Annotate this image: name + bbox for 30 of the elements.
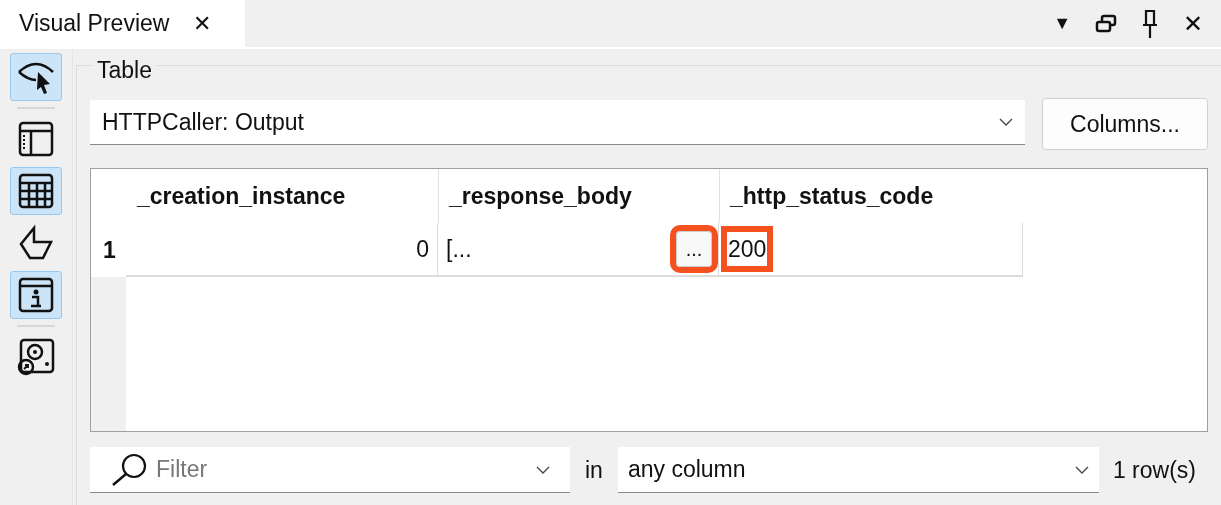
row-count: 1 row(s)	[1112, 455, 1196, 485]
info-icon	[18, 277, 54, 313]
chevron-down-icon	[999, 118, 1013, 126]
pin-icon[interactable]	[1141, 8, 1159, 39]
toolbar-button[interactable]	[10, 53, 62, 101]
row-header: 1	[102, 235, 117, 265]
chevron-down-icon	[1074, 465, 1089, 474]
column-scope-dropdown[interactable]: any column	[617, 447, 1099, 493]
toolbar-button[interactable]	[10, 167, 62, 215]
source-dropdown[interactable]: HTTPCaller: Output	[90, 100, 1025, 145]
table-cell-text: [...	[446, 234, 472, 264]
close-tab-button[interactable]: ✕	[193, 7, 212, 40]
column-header[interactable]: _http_status_code	[719, 169, 1023, 223]
search-icon	[110, 452, 148, 487]
panel-tab[interactable]: Visual Preview ✕	[0, 0, 245, 48]
restore-icon[interactable]	[1095, 13, 1117, 34]
tab-title: Visual Preview	[19, 9, 170, 39]
columns-button[interactable]: Columns...	[1042, 98, 1208, 150]
polygon-icon	[17, 224, 55, 262]
chevron-down-icon	[536, 465, 550, 474]
dropdown-arrow[interactable]: ▼	[1053, 10, 1071, 37]
column-header[interactable]: _response_body	[438, 169, 719, 223]
filter-field[interactable]: Filter	[90, 447, 570, 493]
panel-icon	[18, 121, 54, 157]
close-button[interactable]: ✕	[1183, 5, 1203, 42]
column-header[interactable]: _creation_instance	[126, 169, 438, 223]
grid-icon	[18, 173, 54, 209]
toolbar-button[interactable]	[10, 271, 62, 319]
in-label: in	[585, 455, 603, 485]
table-cell-text: 0	[416, 234, 429, 264]
